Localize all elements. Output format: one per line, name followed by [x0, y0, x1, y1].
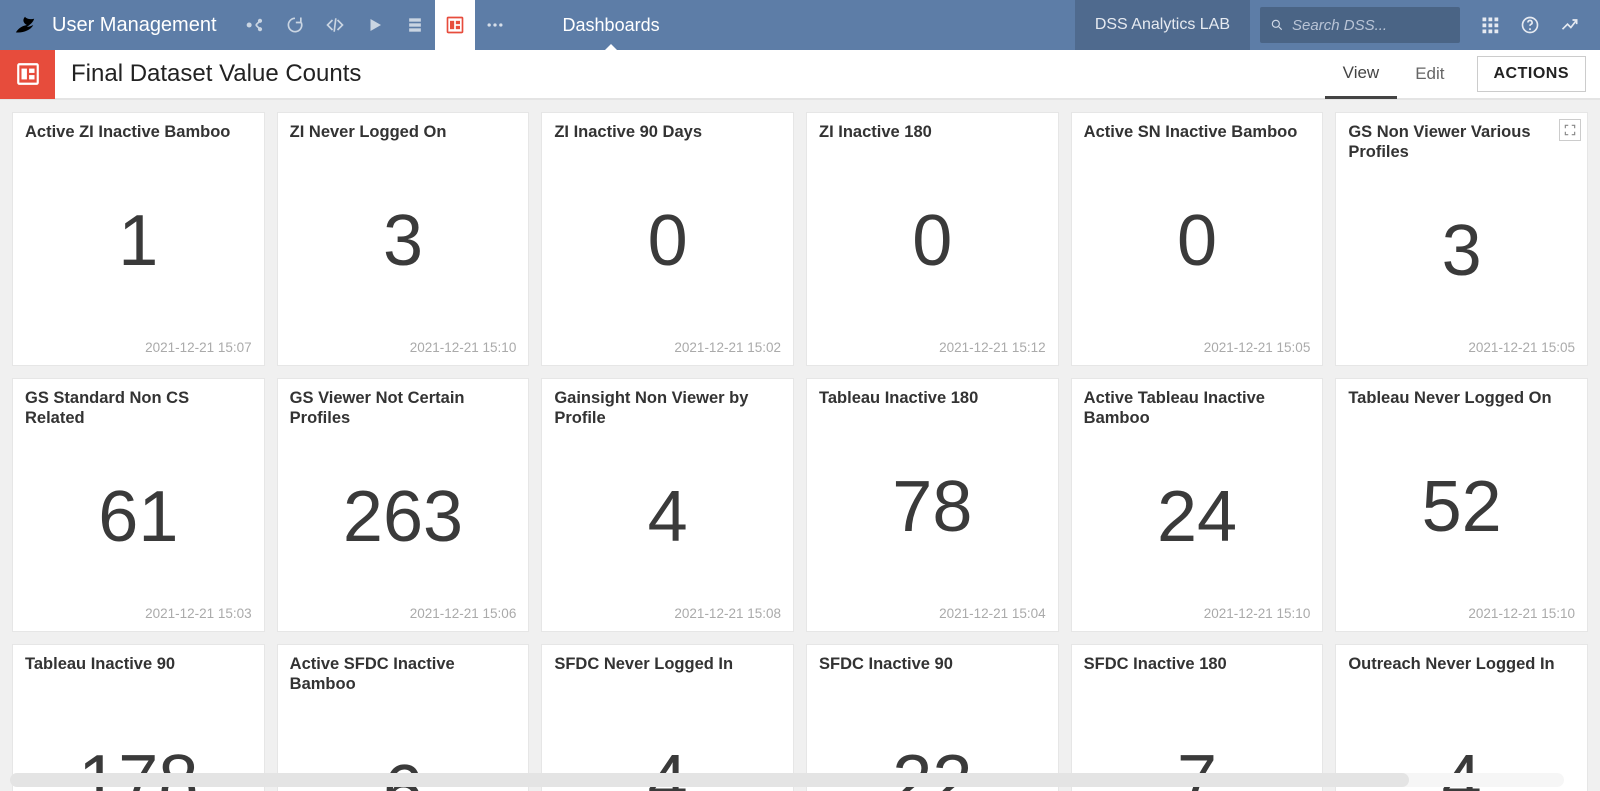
dashboard-title: Final Dataset Value Counts	[71, 60, 361, 88]
tile-value: 61	[13, 429, 264, 606]
tile[interactable]: Active Tableau Inactive Bamboo 24 2021-1…	[1071, 378, 1324, 632]
tile-timestamp: 2021-12-21 15:04	[807, 606, 1058, 631]
actions-button[interactable]: ACTIONS	[1477, 56, 1587, 92]
tile-title: Active SN Inactive Bamboo	[1072, 113, 1323, 143]
stack-icon[interactable]	[395, 0, 435, 50]
tile-title: GS Viewer Not Certain Profiles	[278, 379, 529, 429]
project-title[interactable]: User Management	[52, 14, 217, 37]
code-icon[interactable]	[315, 0, 355, 50]
tile-title: GS Standard Non CS Related	[13, 379, 264, 429]
tile[interactable]: Active SFDC Inactive Bamboo 6	[277, 644, 530, 791]
dashboard-badge-icon[interactable]	[0, 49, 55, 99]
tile[interactable]: Tableau Inactive 90 178	[12, 644, 265, 791]
tile[interactable]: Active ZI Inactive Bamboo 1 2021-12-21 1…	[12, 112, 265, 366]
tile-value: 78	[807, 409, 1058, 606]
tile-timestamp: 2021-12-21 15:06	[278, 606, 529, 631]
horizontal-scrollbar[interactable]	[10, 773, 1564, 787]
tile-timestamp: 2021-12-21 15:02	[542, 340, 793, 365]
tile[interactable]: Active SN Inactive Bamboo 0 2021-12-21 1…	[1071, 112, 1324, 366]
tile-title: Active Tableau Inactive Bamboo	[1072, 379, 1323, 429]
lab-button[interactable]: DSS Analytics LAB	[1075, 0, 1250, 50]
tile[interactable]: Tableau Inactive 180 78 2021-12-21 15:04	[806, 378, 1059, 632]
tile-title: Gainsight Non Viewer by Profile	[542, 379, 793, 429]
tile-timestamp: 2021-12-21 15:10	[278, 340, 529, 365]
top-nav: User Management Dashboards DSS Analytics…	[0, 0, 1600, 50]
tile-title: ZI Inactive 90 Days	[542, 113, 793, 143]
tile-timestamp: 2021-12-21 15:05	[1336, 340, 1587, 365]
tile[interactable]: Outreach Never Logged In 4	[1335, 644, 1588, 791]
tile-timestamp: 2021-12-21 15:08	[542, 606, 793, 631]
tile-timestamp: 2021-12-21 15:10	[1072, 606, 1323, 631]
tile-timestamp: 2021-12-21 15:03	[13, 606, 264, 631]
apps-icon[interactable]	[1470, 0, 1510, 50]
bird-logo-icon[interactable]	[12, 14, 38, 36]
tile[interactable]: ZI Inactive 90 Days 0 2021-12-21 15:02	[541, 112, 794, 366]
flow-icon[interactable]	[235, 0, 275, 50]
tile-value: 52	[1336, 409, 1587, 606]
tile[interactable]: SFDC Never Logged In 4	[541, 644, 794, 791]
tile[interactable]: GS Standard Non CS Related 61 2021-12-21…	[12, 378, 265, 632]
tile-value: 1	[13, 143, 264, 340]
tile[interactable]: GS Non Viewer Various Profiles 3 2021-12…	[1335, 112, 1588, 366]
play-icon[interactable]	[355, 0, 395, 50]
tile-timestamp: 2021-12-21 15:05	[1072, 340, 1323, 365]
cycle-icon[interactable]	[275, 0, 315, 50]
tile[interactable]: SFDC Inactive 90 22	[806, 644, 1059, 791]
tile-timestamp: 2021-12-21 15:07	[13, 340, 264, 365]
tile-timestamp: 2021-12-21 15:12	[807, 340, 1058, 365]
tile-title: SFDC Never Logged In	[542, 645, 793, 675]
search-input[interactable]	[1292, 17, 1450, 34]
tile-title: Tableau Never Logged On	[1336, 379, 1587, 409]
tile[interactable]: ZI Never Logged On 3 2021-12-21 15:10	[277, 112, 530, 366]
tile[interactable]: Gainsight Non Viewer by Profile 4 2021-1…	[541, 378, 794, 632]
tile-title: ZI Never Logged On	[278, 113, 529, 143]
nav-right-icons	[1470, 0, 1600, 50]
tab-view[interactable]: View	[1325, 49, 1398, 99]
tile-value: 0	[542, 143, 793, 340]
tab-edit[interactable]: Edit	[1397, 49, 1462, 99]
tile-title: GS Non Viewer Various Profiles	[1336, 113, 1587, 163]
tile-value: 24	[1072, 429, 1323, 606]
expand-icon[interactable]	[1559, 119, 1581, 141]
tile-value: 0	[807, 143, 1058, 340]
scrollbar-thumb[interactable]	[10, 773, 1409, 787]
tile-value: 263	[278, 429, 529, 606]
nav-tools	[235, 0, 515, 50]
tile[interactable]: ZI Inactive 180 0 2021-12-21 15:12	[806, 112, 1059, 366]
tile-value: 0	[1072, 143, 1323, 340]
tile[interactable]: GS Viewer Not Certain Profiles 263 2021-…	[277, 378, 530, 632]
help-icon[interactable]	[1510, 0, 1550, 50]
tile[interactable]: Tableau Never Logged On 52 2021-12-21 15…	[1335, 378, 1588, 632]
search-icon	[1270, 17, 1284, 33]
tile-title: Tableau Inactive 90	[13, 645, 264, 675]
search-box[interactable]	[1260, 7, 1460, 43]
tile-value: 3	[278, 143, 529, 340]
section-label[interactable]: Dashboards	[563, 0, 660, 50]
tile-title: Outreach Never Logged In	[1336, 645, 1587, 675]
tile-title: Tableau Inactive 180	[807, 379, 1058, 409]
tile-value: 4	[542, 429, 793, 606]
tile-title: SFDC Inactive 180	[1072, 645, 1323, 675]
dashboard-icon[interactable]	[435, 0, 475, 50]
sub-bar: Final Dataset Value Counts View Edit ACT…	[0, 50, 1600, 100]
tile-title: SFDC Inactive 90	[807, 645, 1058, 675]
trend-icon[interactable]	[1550, 0, 1590, 50]
tile-title: Active SFDC Inactive Bamboo	[278, 645, 529, 695]
tile-timestamp: 2021-12-21 15:10	[1336, 606, 1587, 631]
tile-title: ZI Inactive 180	[807, 113, 1058, 143]
tiles-grid: Active ZI Inactive Bamboo 1 2021-12-21 1…	[0, 100, 1600, 791]
tile-value: 3	[1336, 163, 1587, 340]
tile[interactable]: SFDC Inactive 180 7	[1071, 644, 1324, 791]
more-icon[interactable]	[475, 0, 515, 50]
tile-title: Active ZI Inactive Bamboo	[13, 113, 264, 143]
